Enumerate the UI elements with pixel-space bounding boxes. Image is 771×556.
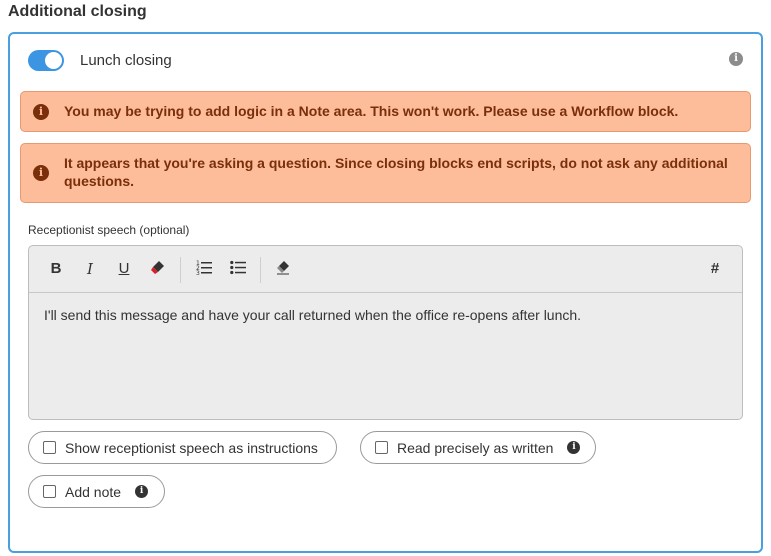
insert-variable-button[interactable]: # [706, 259, 724, 279]
lunch-closing-toggle[interactable] [28, 49, 64, 71]
ordered-list-icon[interactable]: 1 2 3 [195, 259, 213, 279]
toolbar-divider [180, 257, 181, 283]
underline-button[interactable]: U [115, 259, 133, 279]
editor-toolbar: B I U 1 2 3 # [29, 246, 742, 293]
lunch-closing-label: Lunch closing [80, 51, 172, 69]
info-icon[interactable]: i [567, 441, 581, 454]
add-note-label: Add note [65, 483, 122, 500]
read-precisely-option[interactable]: Read precisely as written i [360, 431, 596, 464]
bullet-list-icon [230, 260, 246, 275]
add-note-option[interactable]: Add note i [28, 475, 165, 508]
toolbar-divider [260, 257, 261, 283]
receptionist-speech-label: Receptionist speech (optional) [28, 223, 190, 237]
marker-icon[interactable] [149, 259, 167, 279]
toggle-knob [45, 51, 62, 69]
logic-warning-alert: i You may be trying to add logic in a No… [20, 91, 751, 132]
lunch-closing-row: Lunch closing [28, 49, 172, 71]
read-precisely-checkbox[interactable] [375, 441, 388, 454]
alert-text: You may be trying to add logic in a Note… [64, 103, 679, 119]
alert-text: It appears that you're asking a question… [64, 155, 728, 189]
bullet-list-icon[interactable] [229, 259, 247, 279]
ordered-list-icon: 1 2 3 [196, 260, 212, 277]
info-icon: i [33, 104, 49, 120]
info-icon: i [33, 165, 49, 181]
closing-card: Lunch closing i i You may be trying to a… [8, 32, 763, 553]
section-title: Additional closing [8, 3, 147, 20]
show-as-instructions-label: Show receptionist speech as instructions [65, 439, 318, 456]
show-as-instructions-checkbox[interactable] [43, 441, 56, 454]
italic-button[interactable]: I [81, 259, 99, 279]
svg-text:3: 3 [196, 270, 200, 275]
receptionist-speech-text[interactable]: I'll send this message and have your cal… [44, 307, 581, 323]
show-as-instructions-option[interactable]: Show receptionist speech as instructions [28, 431, 337, 464]
question-warning-alert: i It appears that you're asking a questi… [20, 143, 751, 203]
eraser-icon [277, 261, 289, 275]
add-note-checkbox[interactable] [43, 485, 56, 498]
read-precisely-label: Read precisely as written [397, 439, 554, 456]
receptionist-speech-editor: B I U 1 2 3 # I'll send this message and… [28, 245, 743, 420]
info-icon[interactable]: i [135, 485, 149, 498]
marker-icon [151, 261, 164, 274]
bold-button[interactable]: B [47, 259, 65, 279]
eraser-icon[interactable] [274, 259, 292, 279]
info-icon[interactable]: i [729, 52, 743, 66]
